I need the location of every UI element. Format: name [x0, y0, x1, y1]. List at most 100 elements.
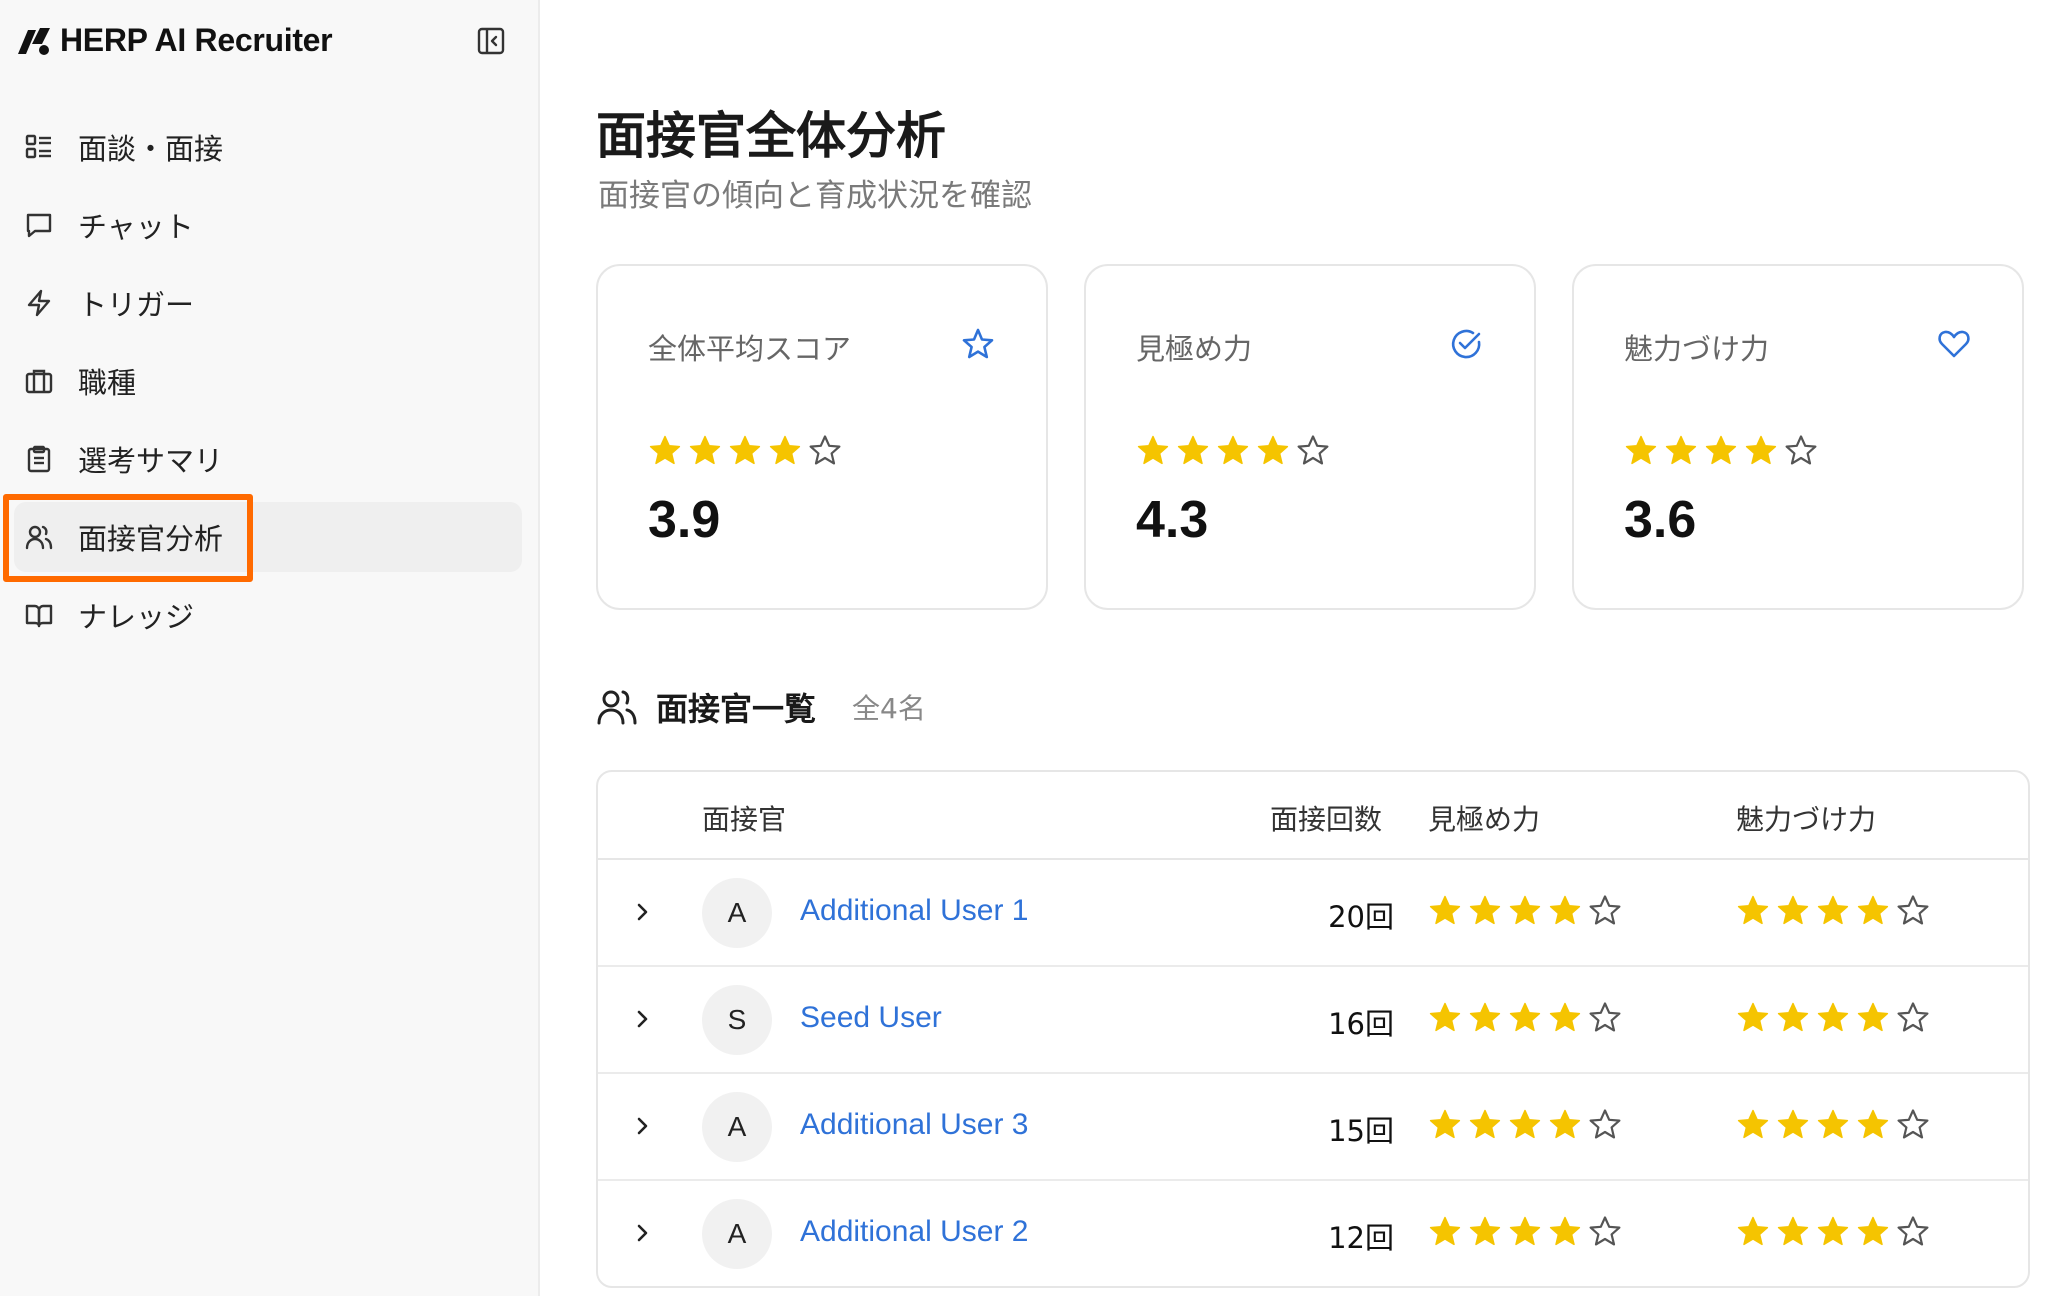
- star-filled-icon: [1857, 1109, 1889, 1139]
- star-filled-icon: [1469, 895, 1501, 925]
- star-empty-icon: [1297, 435, 1329, 465]
- sidebar: HERP AI Recruiter 面談・面接 チャット トリガー 職種 選考サ…: [0, 0, 540, 1296]
- card-value: 3.9: [648, 491, 721, 549]
- brand-name: HERP AI Recruiter: [60, 22, 333, 58]
- sidebar-item-label: トリガー: [78, 288, 195, 322]
- card-value: 3.6: [1624, 491, 1697, 549]
- column-header-interviewer[interactable]: 面接官: [702, 798, 786, 838]
- star-filled-icon: [1737, 1216, 1769, 1246]
- interview-count: 16回: [1328, 1007, 1394, 1041]
- sidebar-item-interviews[interactable]: 面談・面接: [14, 112, 526, 182]
- expand-row-button[interactable]: [622, 1106, 662, 1146]
- herp-logo-icon: [18, 27, 50, 55]
- star-filled-icon: [1549, 895, 1581, 925]
- sidebar-item-selection-summary[interactable]: 選考サマリ: [14, 424, 526, 494]
- star-filled-icon: [729, 435, 761, 465]
- column-header-count[interactable]: 面接回数: [1270, 798, 1382, 838]
- star-filled-icon: [1549, 1216, 1581, 1246]
- table-header: 面接官 面接回数 見極め力 魅力づけ力: [598, 772, 2028, 860]
- heart-icon: [1938, 330, 1970, 358]
- star-filled-icon: [1217, 435, 1249, 465]
- card-label: 見極め力: [1136, 332, 1253, 366]
- list-grid-icon: [22, 130, 56, 164]
- star-filled-icon: [1817, 1109, 1849, 1139]
- star-filled-icon: [1777, 895, 1809, 925]
- expand-row-button[interactable]: [622, 892, 662, 932]
- card-value: 4.3: [1136, 491, 1209, 549]
- briefcase-icon: [22, 364, 56, 398]
- interview-count: 12回: [1328, 1221, 1394, 1255]
- column-header-discernment[interactable]: 見極め力: [1428, 798, 1540, 838]
- star-filled-icon: [1857, 1216, 1889, 1246]
- star-filled-icon: [1257, 435, 1289, 465]
- discernment-rating: [1428, 894, 1622, 928]
- interviewer-name-link[interactable]: Additional User 1: [800, 894, 1028, 928]
- star-filled-icon: [1469, 1216, 1501, 1246]
- page-title: 面接官全体分析: [596, 107, 946, 165]
- interviewer-name-link[interactable]: Additional User 3: [800, 1108, 1028, 1142]
- avatar: A: [702, 878, 772, 948]
- star-rating: [1136, 434, 1330, 468]
- chevron-right-icon: [637, 1117, 648, 1135]
- star-filled-icon: [1737, 1002, 1769, 1032]
- column-header-attraction[interactable]: 魅力づけ力: [1736, 798, 1876, 838]
- star-filled-icon: [1469, 1109, 1501, 1139]
- card-overall-score: 全体平均スコア 3.9: [596, 264, 1048, 610]
- star-empty-icon: [1897, 1002, 1929, 1032]
- sidebar-item-triggers[interactable]: トリガー: [14, 268, 526, 338]
- interviewer-name-link[interactable]: Seed User: [800, 1001, 942, 1035]
- star-filled-icon: [1469, 1002, 1501, 1032]
- table-row[interactable]: S Seed User 16回: [598, 967, 2028, 1074]
- sidebar-item-job-types[interactable]: 職種: [14, 346, 526, 416]
- sidebar-item-label: 面接官分析: [78, 522, 224, 556]
- star-filled-icon: [689, 435, 721, 465]
- attraction-rating: [1736, 1001, 1930, 1035]
- star-filled-icon: [1777, 1216, 1809, 1246]
- star-empty-icon: [1589, 1216, 1621, 1246]
- star-rating: [648, 434, 842, 468]
- expand-row-button[interactable]: [622, 999, 662, 1039]
- chevron-right-icon: [637, 1010, 648, 1028]
- interview-count: 20回: [1328, 900, 1394, 934]
- star-filled-icon: [1625, 435, 1657, 465]
- users-icon: [597, 690, 637, 725]
- star-filled-icon: [1817, 895, 1849, 925]
- sidebar-item-chat[interactable]: チャット: [14, 190, 526, 260]
- list-title: 面接官一覧: [656, 690, 817, 728]
- expand-row-button[interactable]: [622, 1213, 662, 1253]
- star-filled-icon: [1429, 1109, 1461, 1139]
- star-rating: [1624, 434, 1818, 468]
- table-row[interactable]: A Additional User 2 12回: [598, 1181, 2028, 1286]
- page-subtitle: 面接官の傾向と育成状況を確認: [598, 178, 1032, 214]
- sidebar-item-label: 面談・面接: [78, 132, 224, 166]
- star-empty-icon: [809, 435, 841, 465]
- star-filled-icon: [1429, 1216, 1461, 1246]
- interview-count: 15回: [1328, 1114, 1394, 1148]
- main-content: 面接官全体分析 面接官の傾向と育成状況を確認 全体平均スコア 3.9 見極め力 …: [540, 0, 2048, 1296]
- star-filled-icon: [1737, 895, 1769, 925]
- star-filled-icon: [1705, 435, 1737, 465]
- attraction-rating: [1736, 1108, 1930, 1142]
- sidebar-item-label: 選考サマリ: [78, 444, 224, 478]
- sidebar-item-interviewer-analysis[interactable]: 面接官分析: [3, 494, 522, 582]
- star-filled-icon: [1777, 1002, 1809, 1032]
- sidebar-nav: 面談・面接 チャット トリガー 職種 選考サマリ 面接官分析 ナレッジ: [0, 112, 540, 658]
- brand[interactable]: HERP AI Recruiter: [14, 22, 333, 59]
- attraction-rating: [1736, 894, 1930, 928]
- star-empty-icon: [1589, 895, 1621, 925]
- card-label: 全体平均スコア: [648, 332, 852, 366]
- star-empty-icon: [1785, 435, 1817, 465]
- table-row[interactable]: A Additional User 3 15回: [598, 1074, 2028, 1181]
- sidebar-item-label: 職種: [78, 366, 137, 400]
- star-filled-icon: [1817, 1216, 1849, 1246]
- star-filled-icon: [769, 435, 801, 465]
- card-attraction: 魅力づけ力 3.6: [1572, 264, 2024, 610]
- interviewer-name-link[interactable]: Additional User 2: [800, 1215, 1028, 1249]
- table-row[interactable]: A Additional User 1 20回: [598, 860, 2028, 967]
- star-filled-icon: [649, 435, 681, 465]
- star-filled-icon: [1549, 1002, 1581, 1032]
- lightning-icon: [22, 286, 56, 320]
- sidebar-item-label: ナレッジ: [78, 600, 195, 634]
- sidebar-item-knowledge[interactable]: ナレッジ: [14, 580, 526, 650]
- collapse-sidebar-button[interactable]: [474, 24, 508, 58]
